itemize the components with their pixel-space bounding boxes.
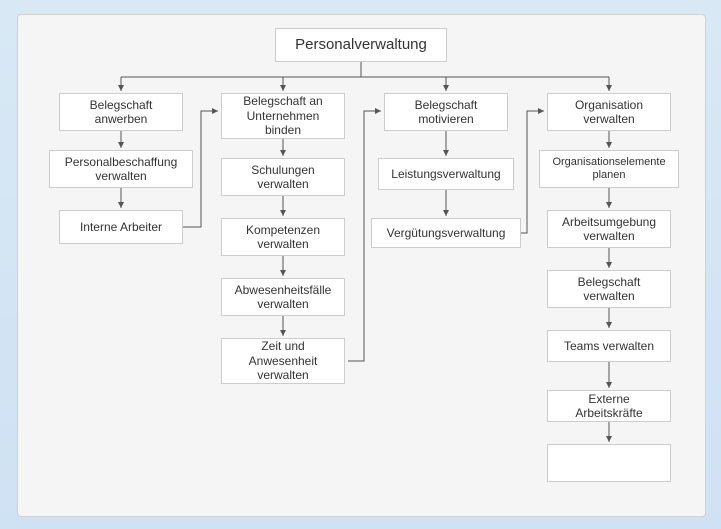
node-col3-item-1: Vergütungsverwaltung	[371, 218, 521, 248]
node-col2-head: Belegschaft an Unternehmen binden	[221, 93, 345, 139]
node-col3-item-0: Leistungsverwaltung	[378, 158, 514, 190]
node-root: Personalverwaltung	[275, 28, 447, 62]
node-col4-item-3: Teams verwalten	[547, 330, 671, 362]
node-col4-item-1: Arbeitsumgebung verwalten	[547, 210, 671, 248]
node-col4-item-4: Externe Arbeitskräfte	[547, 390, 671, 422]
node-col1-item-0: Personalbeschaffung verwalten	[49, 150, 193, 188]
node-col2-item-0: Schulungen verwalten	[221, 158, 345, 196]
connector-layer	[18, 15, 705, 516]
node-col2-item-2: Abwesenheitsfälle verwalten	[221, 278, 345, 316]
node-col3-head: Belegschaft motivieren	[384, 93, 508, 131]
node-col1-head: Belegschaft anwerben	[59, 93, 183, 131]
node-col4-head: Organisation verwalten	[547, 93, 671, 131]
node-col4-item-0: Organisationselemente planen	[539, 150, 679, 188]
node-col2-item-1: Kompetenzen verwalten	[221, 218, 345, 256]
diagram-panel: Personalverwaltung Belegschaft anwerben …	[17, 14, 706, 517]
node-col4-item-5	[547, 444, 671, 482]
node-col1-item-1: Interne Arbeiter	[59, 210, 183, 244]
node-col4-item-2: Belegschaft verwalten	[547, 270, 671, 308]
node-col2-item-3: Zeit und Anwesenheit verwalten	[221, 338, 345, 384]
